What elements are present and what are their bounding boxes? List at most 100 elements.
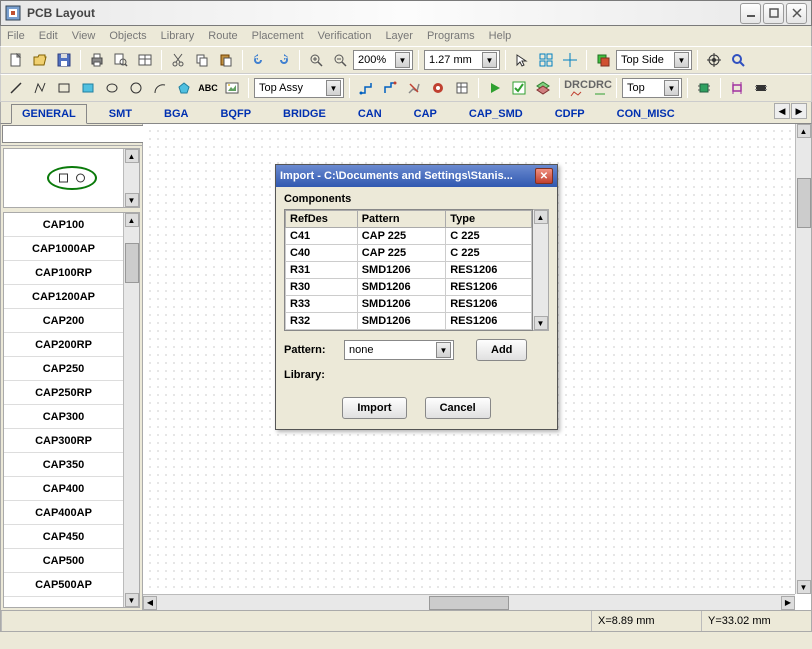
list-item[interactable]: CAP1000AP bbox=[4, 237, 123, 261]
drc-icon[interactable]: DRC bbox=[565, 77, 587, 99]
save-icon[interactable] bbox=[53, 49, 75, 71]
route-icon[interactable] bbox=[355, 77, 377, 99]
zoom-in-icon[interactable] bbox=[305, 49, 327, 71]
tab-cap[interactable]: CAP bbox=[404, 105, 447, 123]
list-item[interactable]: CAP450 bbox=[4, 525, 123, 549]
paste-icon[interactable] bbox=[215, 49, 237, 71]
chevron-down-icon[interactable]: ▼ bbox=[436, 342, 451, 358]
zoom-combo[interactable]: 200%▼ bbox=[353, 50, 413, 70]
zoom-out-icon[interactable] bbox=[329, 49, 351, 71]
list-item[interactable]: CAP100RP bbox=[4, 261, 123, 285]
list-item[interactable]: CAP100 bbox=[4, 213, 123, 237]
table-row[interactable]: C40CAP 225C 225 bbox=[286, 245, 532, 262]
list-item[interactable]: CAP500AP bbox=[4, 573, 123, 597]
rect-fill-icon[interactable] bbox=[77, 77, 99, 99]
scroll-up-icon[interactable]: ▲ bbox=[125, 149, 139, 163]
arc-icon[interactable] bbox=[149, 77, 171, 99]
layer-combo[interactable]: Top Side▼ bbox=[616, 50, 692, 70]
maximize-button[interactable] bbox=[763, 3, 784, 24]
import-button[interactable]: Import bbox=[342, 397, 406, 419]
menu-verification[interactable]: Verification bbox=[318, 30, 372, 42]
scroll-up-icon[interactable]: ▲ bbox=[125, 213, 139, 227]
chevron-down-icon[interactable]: ▼ bbox=[674, 52, 689, 68]
copy-icon[interactable] bbox=[191, 49, 213, 71]
target-icon[interactable] bbox=[703, 49, 725, 71]
tab-bqfp[interactable]: BQFP bbox=[210, 105, 261, 123]
text-icon[interactable]: ABC bbox=[197, 77, 219, 99]
route2-icon[interactable] bbox=[379, 77, 401, 99]
menu-edit[interactable]: Edit bbox=[39, 30, 58, 42]
check-icon[interactable] bbox=[508, 77, 530, 99]
tab-general[interactable]: GENERAL bbox=[11, 104, 87, 124]
layers-icon[interactable] bbox=[592, 49, 614, 71]
menu-file[interactable]: File bbox=[7, 30, 25, 42]
panelize-icon[interactable] bbox=[535, 49, 557, 71]
tab-scroll-right[interactable]: ▶ bbox=[791, 103, 807, 119]
dialog-close-button[interactable]: ✕ bbox=[535, 168, 553, 184]
menu-library[interactable]: Library bbox=[161, 30, 195, 42]
drc2-icon[interactable]: DRC bbox=[589, 77, 611, 99]
col-header[interactable]: RefDes bbox=[286, 211, 358, 228]
polyline-icon[interactable] bbox=[29, 77, 51, 99]
list-item[interactable]: CAP250RP bbox=[4, 381, 123, 405]
menu-help[interactable]: Help bbox=[489, 30, 512, 42]
chevron-down-icon[interactable]: ▼ bbox=[395, 52, 410, 68]
table-row[interactable]: R31SMD1206RES1206 bbox=[286, 262, 532, 279]
menu-view[interactable]: View bbox=[72, 30, 96, 42]
menu-route[interactable]: Route bbox=[208, 30, 237, 42]
package-icon[interactable] bbox=[750, 77, 772, 99]
add-button[interactable]: Add bbox=[476, 339, 527, 361]
menu-objects[interactable]: Objects bbox=[109, 30, 146, 42]
scroll-down-icon[interactable]: ▼ bbox=[797, 580, 811, 594]
scroll-thumb[interactable] bbox=[125, 243, 139, 283]
col-header[interactable]: Type bbox=[446, 211, 532, 228]
find-icon[interactable] bbox=[727, 49, 749, 71]
scroll-down-icon[interactable]: ▼ bbox=[125, 593, 139, 607]
table-row[interactable]: C41CAP 225C 225 bbox=[286, 228, 532, 245]
pad-icon[interactable] bbox=[451, 77, 473, 99]
list-item[interactable]: CAP350 bbox=[4, 453, 123, 477]
origin-icon[interactable] bbox=[559, 49, 581, 71]
component-icon[interactable] bbox=[726, 77, 748, 99]
unroute-icon[interactable] bbox=[403, 77, 425, 99]
layers2-icon[interactable] bbox=[532, 77, 554, 99]
components-grid[interactable]: RefDesPatternTypeC41CAP 225C 225C40CAP 2… bbox=[284, 209, 533, 331]
print-icon[interactable] bbox=[86, 49, 108, 71]
layer2-combo[interactable]: Top▼ bbox=[622, 78, 682, 98]
list-item[interactable]: CAP300 bbox=[4, 405, 123, 429]
preview-icon[interactable] bbox=[110, 49, 132, 71]
grid-combo[interactable]: 1.27 mm▼ bbox=[424, 50, 500, 70]
rect-icon[interactable] bbox=[53, 77, 75, 99]
list-item[interactable]: CAP200 bbox=[4, 309, 123, 333]
scroll-down-icon[interactable]: ▼ bbox=[125, 193, 139, 207]
list-item[interactable]: CAP1200AP bbox=[4, 285, 123, 309]
pointer-icon[interactable] bbox=[511, 49, 533, 71]
pattern-combo[interactable]: none▼ bbox=[344, 340, 454, 360]
scroll-down-icon[interactable]: ▼ bbox=[534, 316, 548, 330]
menu-layer[interactable]: Layer bbox=[385, 30, 413, 42]
new-icon[interactable] bbox=[5, 49, 27, 71]
scroll-up-icon[interactable]: ▲ bbox=[534, 210, 548, 224]
list-item[interactable]: CAP400AP bbox=[4, 501, 123, 525]
close-button[interactable] bbox=[786, 3, 807, 24]
redo-icon[interactable] bbox=[272, 49, 294, 71]
menu-programs[interactable]: Programs bbox=[427, 30, 475, 42]
cancel-button[interactable]: Cancel bbox=[425, 397, 491, 419]
circle-icon[interactable] bbox=[125, 77, 147, 99]
chevron-down-icon[interactable]: ▼ bbox=[326, 80, 341, 96]
via-icon[interactable] bbox=[427, 77, 449, 99]
scroll-thumb[interactable] bbox=[797, 178, 811, 228]
cut-icon[interactable] bbox=[167, 49, 189, 71]
open-icon[interactable] bbox=[29, 49, 51, 71]
undo-icon[interactable] bbox=[248, 49, 270, 71]
tab-bridge[interactable]: BRIDGE bbox=[273, 105, 336, 123]
polygon-icon[interactable] bbox=[173, 77, 195, 99]
titleblock-icon[interactable] bbox=[134, 49, 156, 71]
chip-icon[interactable] bbox=[693, 77, 715, 99]
scroll-up-icon[interactable]: ▲ bbox=[797, 124, 811, 138]
assembly-combo[interactable]: Top Assy▼ bbox=[254, 78, 344, 98]
tab-can[interactable]: CAN bbox=[348, 105, 392, 123]
list-item[interactable]: CAP400 bbox=[4, 477, 123, 501]
table-row[interactable]: R30SMD1206RES1206 bbox=[286, 279, 532, 296]
tab-bga[interactable]: BGA bbox=[154, 105, 198, 123]
